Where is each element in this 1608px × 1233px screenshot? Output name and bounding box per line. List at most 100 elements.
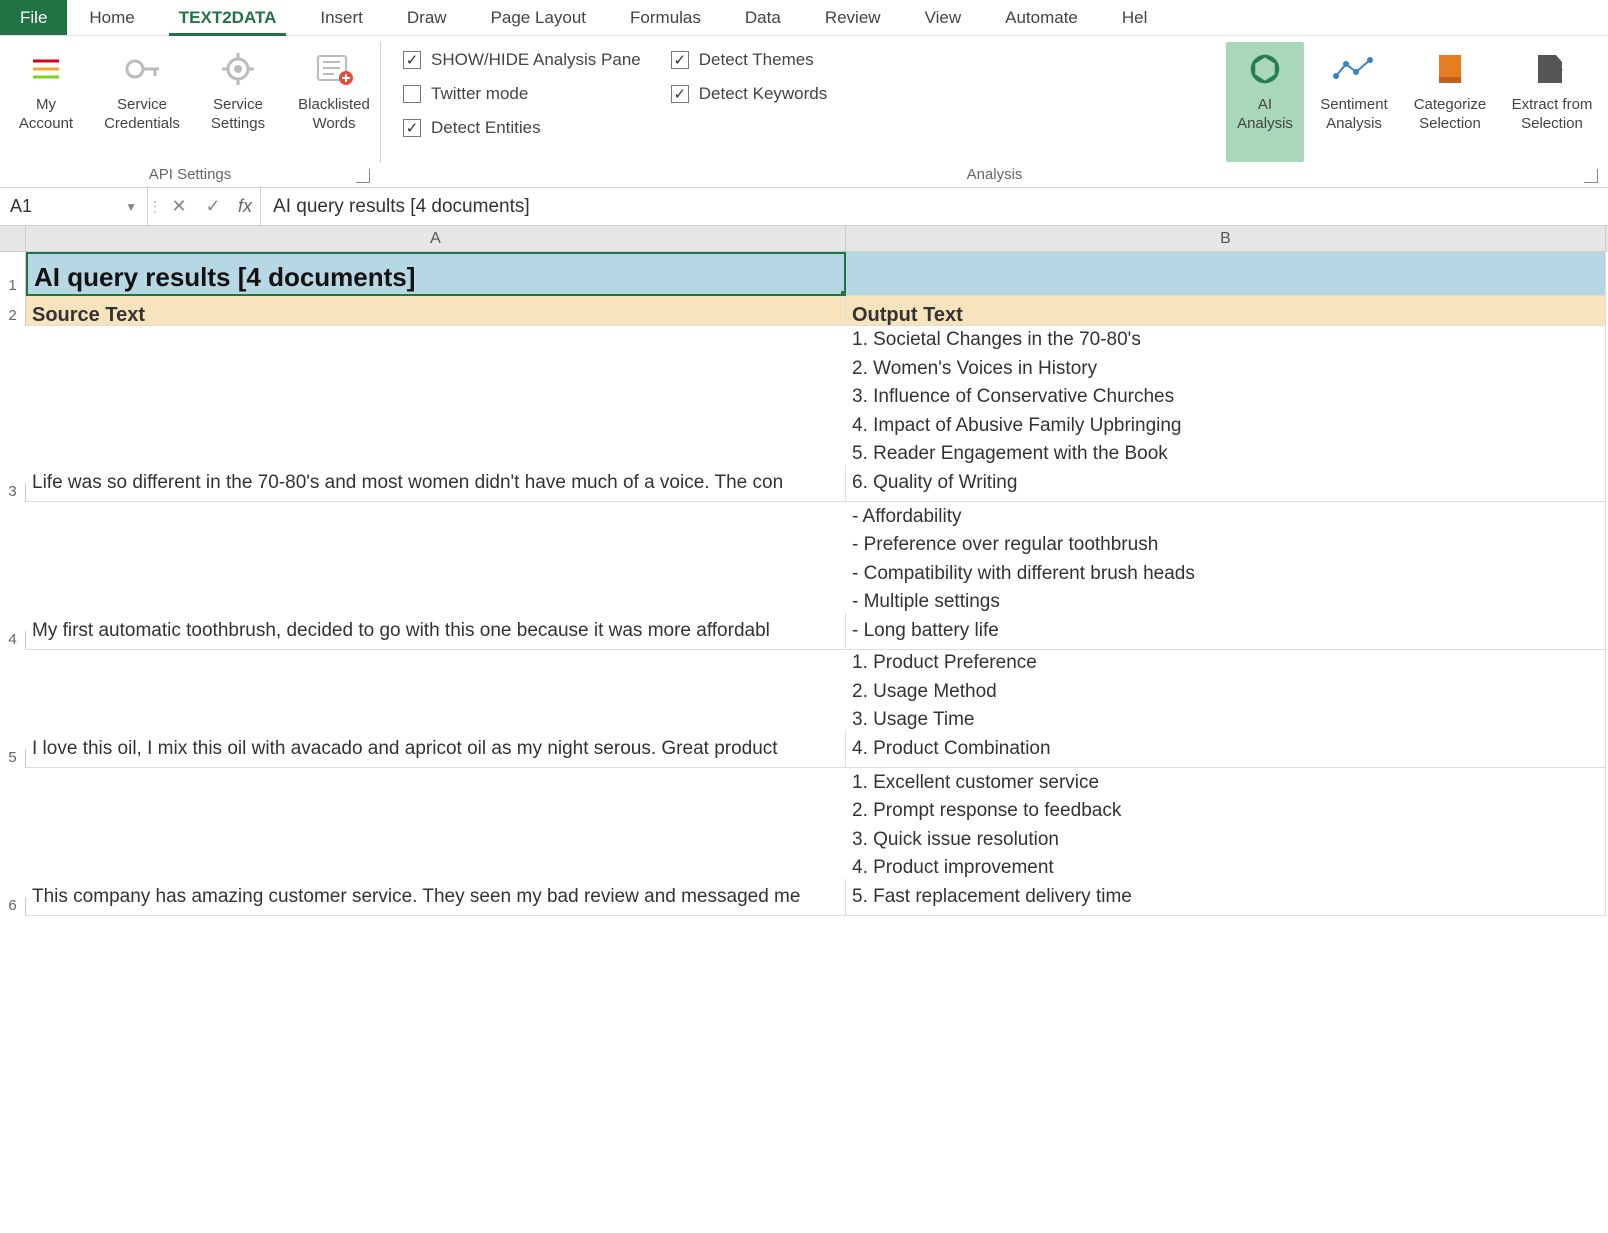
check-twitter-mode[interactable]: Twitter mode — [403, 84, 641, 104]
file-export-icon — [1532, 46, 1572, 92]
ribbon: My Account Service Credentials Service Sett… — [0, 36, 1608, 188]
check-detect-entities[interactable]: ✓Detect Entities — [403, 118, 641, 138]
row-6: 6 This company has amazing customer serv… — [0, 768, 1608, 916]
label-line2: Settings — [211, 115, 265, 132]
tab-help[interactable]: Hel — [1100, 0, 1170, 35]
cell-a1[interactable]: AI query results [4 documents] — [26, 252, 846, 296]
label-line2: Account — [19, 115, 73, 132]
label-line2: Analysis — [1237, 115, 1293, 132]
scatter-icon — [1332, 46, 1376, 92]
check-label: Detect Themes — [699, 50, 814, 70]
row-number[interactable]: 2 — [0, 296, 26, 326]
cell-b5[interactable]: 1. Product Preference 2. Usage Method 3.… — [846, 645, 1606, 768]
cell-b1[interactable] — [846, 252, 1606, 296]
check-detect-themes[interactable]: ✓Detect Themes — [671, 50, 828, 70]
check-label: Detect Entities — [431, 118, 541, 138]
check-label: Twitter mode — [431, 84, 528, 104]
select-all-corner[interactable] — [0, 226, 26, 252]
cancel-formula-button[interactable]: ✕ — [162, 196, 196, 217]
tab-view[interactable]: View — [903, 0, 984, 35]
service-credentials-button[interactable]: Service Credentials — [96, 42, 188, 162]
row-5: 5 I love this oil, I mix this oil with a… — [0, 650, 1608, 768]
label-line2: Words — [312, 115, 355, 132]
column-header-b[interactable]: B — [846, 226, 1606, 252]
label-line1: Sentiment — [1320, 96, 1388, 113]
column-headers: A B — [0, 226, 1608, 252]
cell-a3[interactable]: Life was so different in the 70-80's and… — [26, 465, 846, 503]
selection-handle[interactable] — [841, 291, 846, 296]
my-account-button[interactable]: My Account — [0, 42, 92, 162]
list-plus-icon — [314, 46, 354, 92]
accept-formula-button[interactable]: ✓ — [196, 196, 230, 217]
spreadsheet-grid: A B 1 AI query results [4 documents] 2 S… — [0, 226, 1608, 916]
label-line2: Credentials — [104, 115, 180, 132]
sentiment-analysis-button[interactable]: Sentiment Analysis — [1308, 42, 1400, 162]
row-number[interactable]: 3 — [0, 483, 26, 502]
book-icon — [1435, 46, 1465, 92]
check-detect-keywords[interactable]: ✓Detect Keywords — [671, 84, 828, 104]
cell-a2[interactable]: Source Text — [26, 296, 846, 326]
tab-review[interactable]: Review — [803, 0, 903, 35]
tab-text2data[interactable]: TEXT2DATA — [157, 0, 299, 35]
tab-draw[interactable]: Draw — [385, 0, 469, 35]
row-number[interactable]: 5 — [0, 749, 26, 768]
file-tab[interactable]: File — [0, 0, 67, 35]
label-line2: Selection — [1521, 115, 1583, 132]
tab-data[interactable]: Data — [723, 0, 803, 35]
row-number[interactable]: 1 — [0, 252, 26, 296]
tab-page-layout[interactable]: Page Layout — [469, 0, 608, 35]
cell-text: AI query results [4 documents] — [34, 262, 415, 292]
label-line1: Extract from — [1512, 96, 1593, 113]
blacklisted-words-button[interactable]: Blacklisted Words — [288, 42, 380, 162]
chevron-down-icon: ▼ — [125, 200, 137, 214]
name-box-value: A1 — [10, 196, 32, 217]
row-number[interactable]: 4 — [0, 631, 26, 650]
row-1: 1 AI query results [4 documents] — [0, 252, 1608, 296]
label-line1: AI — [1258, 96, 1272, 113]
formula-content[interactable]: AI query results [4 documents] — [261, 196, 1608, 218]
extract-from-selection-button[interactable]: Extract from Selection — [1500, 42, 1604, 162]
separator-icon: ⋮ — [148, 198, 162, 215]
gear-icon — [220, 46, 256, 92]
fx-icon[interactable]: fx — [230, 188, 261, 225]
group-label-api-settings: API Settings — [4, 162, 376, 185]
cell-b4[interactable]: - Affordability - Preference over regula… — [846, 499, 1606, 651]
row-3: 3 Life was so different in the 70-80's a… — [0, 326, 1608, 502]
ai-analysis-button[interactable]: AI Analysis — [1226, 42, 1304, 162]
account-lines-icon — [29, 46, 63, 92]
label-line1: Service — [117, 96, 167, 113]
label-line2: Analysis — [1326, 115, 1382, 132]
key-icon — [121, 46, 163, 92]
check-show-hide-pane[interactable]: ✓SHOW/HIDE Analysis Pane — [403, 50, 641, 70]
label-line1: My — [36, 96, 56, 113]
cell-a6[interactable]: This company has amazing customer servic… — [26, 879, 846, 917]
cell-b3[interactable]: 1. Societal Changes in the 70-80's 2. Wo… — [846, 322, 1606, 502]
check-col-2: ✓Detect Themes ✓Detect Keywords — [653, 42, 840, 162]
tab-insert[interactable]: Insert — [298, 0, 385, 35]
group-launcher-icon[interactable] — [356, 169, 370, 183]
openai-icon — [1246, 46, 1284, 92]
group-launcher-icon[interactable] — [1584, 169, 1598, 183]
label-line1: Categorize — [1414, 96, 1487, 113]
cell-a4[interactable]: My first automatic toothbrush, decided t… — [26, 613, 846, 651]
label-line1: Blacklisted — [298, 96, 370, 113]
name-box[interactable]: A1 ▼ — [0, 188, 148, 225]
label-line1: Service — [213, 96, 263, 113]
cell-b6[interactable]: 1. Excellent customer service 2. Prompt … — [846, 765, 1606, 917]
tab-formulas[interactable]: Formulas — [608, 0, 723, 35]
service-settings-button[interactable]: Service Settings — [192, 42, 284, 162]
tab-home[interactable]: Home — [67, 0, 156, 35]
check-label: SHOW/HIDE Analysis Pane — [431, 50, 641, 70]
cell-a5[interactable]: I love this oil, I mix this oil with ava… — [26, 731, 846, 769]
formula-bar: A1 ▼ ⋮ ✕ ✓ fx AI query results [4 docume… — [0, 188, 1608, 226]
row-number[interactable]: 6 — [0, 897, 26, 916]
group-api-settings: My Account Service Credentials Service Sett… — [0, 36, 380, 187]
tab-automate[interactable]: Automate — [983, 0, 1100, 35]
categorize-selection-button[interactable]: CategorizeSelection — [1404, 42, 1496, 162]
check-col-1: ✓SHOW/HIDE Analysis Pane Twitter mode ✓D… — [385, 42, 653, 162]
row-4: 4 My first automatic toothbrush, decided… — [0, 502, 1608, 650]
check-label: Detect Keywords — [699, 84, 828, 104]
group-label-analysis: Analysis — [385, 162, 1604, 185]
column-header-a[interactable]: A — [26, 226, 846, 252]
menu-tabs: File Home TEXT2DATA Insert Draw Page Lay… — [0, 0, 1608, 36]
